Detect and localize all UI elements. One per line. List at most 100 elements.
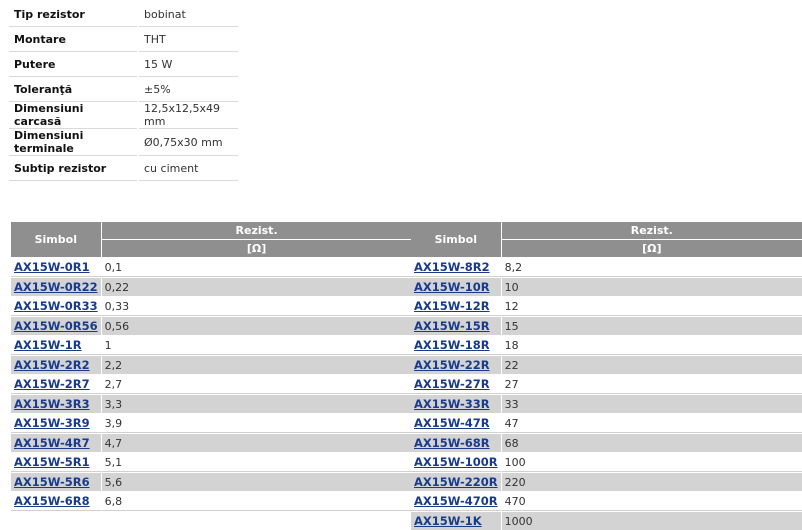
table-row: AX15W-0R1 0,1 — [11, 257, 412, 277]
spec-value: 15 W — [139, 52, 238, 77]
resistor-table-right: Simbol Rezist. [Ω] AX15W-8R2 8,2 AX15W-10R… — [411, 222, 802, 530]
symbol-cell: AX15W-2R2 — [11, 355, 102, 374]
resistance-value: 27 — [501, 374, 802, 394]
table-row: AX15W-18R 18 — [411, 335, 802, 355]
product-link[interactable]: AX15W-8R2 — [414, 260, 490, 274]
symbol-cell: AX15W-100R — [411, 452, 502, 472]
spec-key: Toleranţă — [9, 77, 137, 102]
product-link[interactable]: AX15W-10R — [414, 280, 490, 294]
spec-value: 12,5x12,5x49 mm — [139, 102, 238, 129]
resistance-value: 47 — [501, 413, 802, 433]
resistance-value: 68 — [501, 433, 802, 452]
spec-value: ±5% — [139, 77, 238, 102]
symbol-cell: AX15W-10R — [411, 277, 502, 296]
header-resist: Rezist. — [501, 222, 802, 239]
product-link[interactable]: AX15W-0R22 — [14, 280, 98, 294]
product-link[interactable]: AX15W-100R — [414, 455, 498, 469]
spec-key: Montare — [9, 27, 137, 52]
symbol-cell: AX15W-5R6 — [11, 472, 102, 491]
table-row: AX15W-5R6 5,6 — [11, 472, 412, 491]
symbol-cell: AX15W-22R — [411, 355, 502, 374]
symbol-cell: AX15W-4R7 — [11, 433, 102, 452]
table-row: AX15W-15R 15 — [411, 316, 802, 335]
table-row: AX15W-12R 12 — [411, 296, 802, 316]
symbol-cell: AX15W-220R — [411, 472, 502, 491]
resistance-value: 5,1 — [101, 452, 412, 472]
header-unit: [Ω] — [101, 239, 412, 257]
symbol-cell: AX15W-0R33 — [11, 296, 102, 316]
spec-key: Dimensiuni carcasă — [9, 102, 137, 129]
symbol-cell: AX15W-8R2 — [411, 257, 502, 277]
product-link[interactable]: AX15W-18R — [414, 338, 490, 352]
table-row: AX15W-0R22 0,22 — [11, 277, 412, 296]
spec-row: Subtip rezistor cu ciment — [9, 156, 238, 181]
table-row: AX15W-10R 10 — [411, 277, 802, 296]
spec-table: Tip rezistor bobinat Montare THT Putere 15 WT… — [9, 2, 238, 181]
symbol-cell: AX15W-33R — [411, 394, 502, 413]
resistance-value: 10 — [501, 277, 802, 296]
product-link[interactable]: AX15W-4R7 — [14, 436, 90, 450]
symbol-cell: AX15W-12R — [411, 296, 502, 316]
table-row: AX15W-6R8 6,8 — [11, 491, 412, 511]
symbol-cell: AX15W-1K — [411, 511, 502, 530]
product-link[interactable]: AX15W-47R — [414, 416, 490, 430]
product-link[interactable]: AX15W-0R1 — [14, 260, 90, 274]
table-row: AX15W-68R 68 — [411, 433, 802, 452]
symbol-cell: AX15W-5R1 — [11, 452, 102, 472]
spec-value: bobinat — [139, 2, 238, 27]
resistance-value: 0,33 — [101, 296, 412, 316]
symbol-cell: AX15W-3R3 — [11, 394, 102, 413]
table-row: AX15W-2R2 2,2 — [11, 355, 412, 374]
product-link[interactable]: AX15W-2R7 — [14, 377, 90, 391]
header-unit: [Ω] — [501, 239, 802, 257]
table-row: AX15W-33R 33 — [411, 394, 802, 413]
table-row: AX15W-4R7 4,7 — [11, 433, 412, 452]
resistance-value: 470 — [501, 491, 802, 511]
product-link[interactable]: AX15W-0R33 — [14, 299, 98, 313]
spec-key: Putere — [9, 52, 137, 77]
product-link[interactable]: AX15W-15R — [414, 319, 490, 333]
spec-row: Tip rezistor bobinat — [9, 2, 238, 27]
product-link[interactable]: AX15W-5R1 — [14, 455, 90, 469]
resistance-value: 100 — [501, 452, 802, 472]
symbol-cell: AX15W-27R — [411, 374, 502, 394]
product-link[interactable]: AX15W-470R — [414, 494, 498, 508]
resistance-value: 0,22 — [101, 277, 412, 296]
spec-value: THT — [139, 27, 238, 52]
table-row: AX15W-3R9 3,9 — [11, 413, 412, 433]
product-link[interactable]: AX15W-5R6 — [14, 475, 90, 489]
resistance-value: 6,8 — [101, 491, 412, 511]
symbol-cell: AX15W-0R56 — [11, 316, 102, 335]
resistance-value: 1 — [101, 335, 412, 355]
resistance-value: 18 — [501, 335, 802, 355]
product-link[interactable]: AX15W-27R — [414, 377, 490, 391]
spec-row: Montare THT — [9, 27, 238, 52]
product-link[interactable]: AX15W-1K — [414, 514, 482, 528]
product-link[interactable]: AX15W-33R — [414, 397, 490, 411]
product-link[interactable]: AX15W-3R9 — [14, 416, 90, 430]
spec-row: Dimensiuni carcasă 12,5x12,5x49 mm — [9, 102, 238, 129]
product-link[interactable]: AX15W-12R — [414, 299, 490, 313]
symbol-cell: AX15W-3R9 — [11, 413, 102, 433]
product-link[interactable]: AX15W-220R — [414, 475, 498, 489]
table-row: AX15W-27R 27 — [411, 374, 802, 394]
product-link[interactable]: AX15W-0R56 — [14, 319, 98, 333]
header-symbol: Simbol — [11, 222, 102, 257]
resistor-table-left: Simbol Rezist. [Ω] AX15W-0R1 0,1 AX15W-0R2… — [11, 222, 412, 511]
table-row: AX15W-22R 22 — [411, 355, 802, 374]
product-link[interactable]: AX15W-68R — [414, 436, 490, 450]
table-row: AX15W-220R 220 — [411, 472, 802, 491]
product-link[interactable]: AX15W-6R8 — [14, 494, 90, 508]
symbol-cell: AX15W-470R — [411, 491, 502, 511]
product-link[interactable]: AX15W-1R — [14, 338, 82, 352]
spec-row: Dimensiuni terminale Ø0,75x30 mm — [9, 129, 238, 156]
resistance-value: 220 — [501, 472, 802, 491]
table-row: AX15W-5R1 5,1 — [11, 452, 412, 472]
product-link[interactable]: AX15W-22R — [414, 358, 490, 372]
product-link[interactable]: AX15W-2R2 — [14, 358, 90, 372]
spec-value: Ø0,75x30 mm — [139, 129, 238, 156]
product-link[interactable]: AX15W-3R3 — [14, 397, 90, 411]
symbol-cell: AX15W-68R — [411, 433, 502, 452]
table-row: AX15W-0R33 0,33 — [11, 296, 412, 316]
resistance-value: 2,2 — [101, 355, 412, 374]
